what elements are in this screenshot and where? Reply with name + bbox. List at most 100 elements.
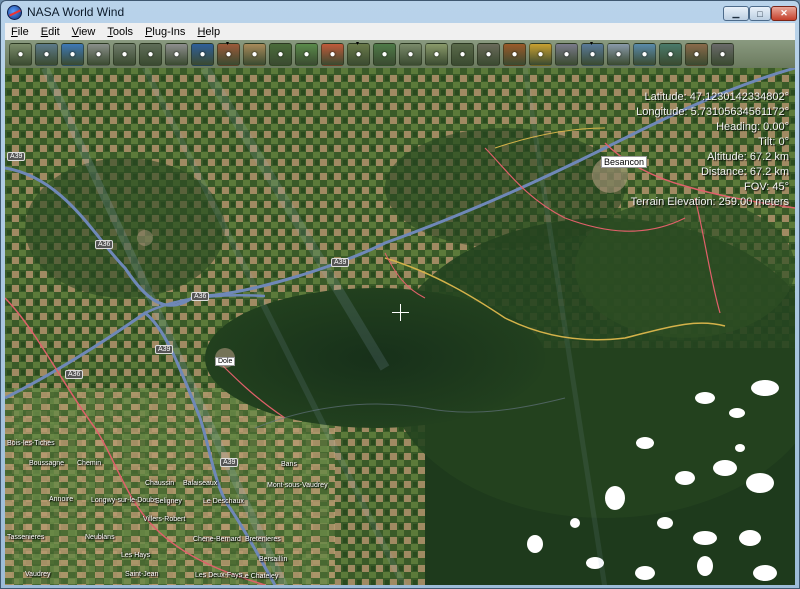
landmarks-icon: ● xyxy=(693,48,700,60)
menu-tools[interactable]: Tools xyxy=(101,26,139,38)
place-label: Mont-sous-Vaudrey xyxy=(267,482,328,489)
map-layer-icon: ● xyxy=(303,48,310,60)
mars-button[interactable]: ● ▾ xyxy=(217,40,240,66)
distance-readout: Distance: 67.2 km xyxy=(700,166,789,178)
animation-button[interactable]: ● xyxy=(555,42,578,66)
place-label: Les Deux-Fays xyxy=(195,572,243,579)
world-wind-central-button[interactable]: ● xyxy=(659,42,682,66)
urban-area-button[interactable]: ● xyxy=(399,42,422,66)
altitude-readout: Altitude: 67.2 km xyxy=(707,151,789,163)
toolbar: ● ● ● ● ● ● ● ● ● ▾ ● ● ● ● ● ▾ ● ● ● ● ● ● ● ● ● ▾ ● ● ● ● ● xyxy=(5,40,795,68)
geology-map-button[interactable]: ● xyxy=(321,42,344,66)
app-window: NASA World Wind ▁ □ ✕ File Edit View Tools P… xyxy=(0,0,800,589)
layer-manager-button[interactable]: ● xyxy=(9,42,32,66)
landsat-layer-button[interactable]: ● xyxy=(373,42,396,66)
topographic-map-button[interactable]: ● xyxy=(425,42,448,66)
placenames-button[interactable]: ● xyxy=(451,42,474,66)
place-label: Bretenieres xyxy=(245,536,281,543)
place-label: Le Chateley xyxy=(241,573,279,580)
maximize-button[interactable]: □ xyxy=(749,6,771,21)
highway-shield: A39 xyxy=(155,345,174,354)
place-label: Vaudrey xyxy=(25,571,51,578)
layer-manager-icon: ● xyxy=(17,48,24,60)
boundaries-button[interactable]: ● xyxy=(477,42,500,66)
chevron-down-icon[interactable]: ▾ xyxy=(590,40,593,47)
place-label: Le Deschaux xyxy=(203,498,244,505)
wms-browser-button[interactable]: ● xyxy=(529,42,552,66)
nasa-logo-icon xyxy=(7,5,22,20)
scripts-button[interactable]: ● ▾ xyxy=(581,40,604,66)
compass-button[interactable]: ● xyxy=(87,42,110,66)
earth-button[interactable]: ● xyxy=(191,42,214,66)
close-icon: ✕ xyxy=(780,8,788,18)
screenshot-button[interactable]: ● xyxy=(711,42,734,66)
place-label: Bois-les-Tiches xyxy=(7,440,55,447)
chevron-down-icon[interactable]: ▾ xyxy=(356,40,359,47)
animation-icon: ● xyxy=(563,48,570,60)
longitude-readout: Longitude: 5.73105634561172° xyxy=(636,106,789,118)
satellite-image-button[interactable]: ● xyxy=(269,42,292,66)
place-label: Balaiseaux xyxy=(183,480,218,487)
cloud-cover-icon: ● xyxy=(615,48,622,60)
menu-file[interactable]: File xyxy=(5,26,35,38)
wms-browser-icon: ● xyxy=(537,48,544,60)
landsat-layer-icon: ● xyxy=(381,48,388,60)
fov-readout: FOV: 45° xyxy=(744,181,789,193)
place-label: Longwy-sur-le-Doubs xyxy=(91,497,158,504)
moon-button[interactable]: ● xyxy=(165,42,188,66)
weather-button[interactable]: ● xyxy=(633,42,656,66)
screenshot-icon: ● xyxy=(719,48,726,60)
chevron-down-icon[interactable]: ▾ xyxy=(226,40,229,47)
scripts-icon: ● xyxy=(589,48,596,60)
venus-icon: ● xyxy=(251,48,258,60)
place-label: Chaussin xyxy=(145,480,175,487)
map-layer-button[interactable]: ● xyxy=(295,42,318,66)
urban-area-icon: ● xyxy=(407,48,414,60)
globe-view[interactable]: Latitude: 47.1230142334802° Longitude: 5… xyxy=(5,68,795,585)
close-button[interactable]: ✕ xyxy=(771,6,797,21)
compass-icon: ● xyxy=(95,48,102,60)
rapid-fire-modis-icon: ● xyxy=(511,48,518,60)
place-label: Villers-Robert xyxy=(143,516,186,523)
highway-shield: A39 xyxy=(331,258,350,267)
menu-plug-ins[interactable]: Plug-Ins xyxy=(139,26,191,38)
menu-bar: File Edit View Tools Plug-Ins Help xyxy=(5,23,795,40)
minimize-icon: ▁ xyxy=(732,8,740,18)
satellite-image-icon: ● xyxy=(277,48,284,60)
highway-shield: A36 xyxy=(191,292,210,301)
globe-button[interactable]: ● xyxy=(61,42,84,66)
venus-button[interactable]: ● xyxy=(243,42,266,66)
terrain-elevation-readout: Terrain Elevation: 259.00 meters xyxy=(630,196,789,208)
moon-icon: ● xyxy=(173,48,180,60)
place-label: Les Hays xyxy=(121,552,151,559)
place-label: Saint-Jean xyxy=(125,571,159,578)
world-wind-central-icon: ● xyxy=(667,48,674,60)
tilt-readout: Tilt: 0° xyxy=(758,136,789,148)
search-icon: ● xyxy=(147,48,154,60)
city-label-dole[interactable]: Dole xyxy=(215,357,236,366)
place-label: Chemin xyxy=(77,460,102,467)
bookmarks-button[interactable]: ● xyxy=(35,42,58,66)
boundaries-icon: ● xyxy=(485,48,492,60)
menu-view[interactable]: View xyxy=(66,26,102,38)
heading-readout: Heading: 0.00° xyxy=(716,121,789,133)
place-label: Bersaillin xyxy=(259,556,288,563)
menu-edit[interactable]: Edit xyxy=(35,26,66,38)
rapid-fire-modis-button[interactable]: ● xyxy=(503,42,526,66)
terrain-layer-button[interactable]: ● ▾ xyxy=(347,40,370,66)
menu-help[interactable]: Help xyxy=(191,26,226,38)
scale-bar-button[interactable]: ● xyxy=(113,42,136,66)
earth-icon: ● xyxy=(199,48,206,60)
place-label: Annoire xyxy=(49,496,74,503)
weather-icon: ● xyxy=(641,48,648,60)
cloud-cover-button[interactable]: ● xyxy=(607,42,630,66)
minimize-button[interactable]: ▁ xyxy=(723,6,749,21)
search-button[interactable]: ● xyxy=(139,42,162,66)
placenames-icon: ● xyxy=(459,48,466,60)
highway-shield: A39 xyxy=(7,152,26,161)
landmarks-button[interactable]: ● xyxy=(685,42,708,66)
scale-bar-icon: ● xyxy=(121,48,128,60)
city-label-besancon[interactable]: Besancon xyxy=(601,156,648,168)
title-bar[interactable]: NASA World Wind ▁ □ ✕ xyxy=(1,1,799,23)
window-title: NASA World Wind xyxy=(27,5,125,19)
